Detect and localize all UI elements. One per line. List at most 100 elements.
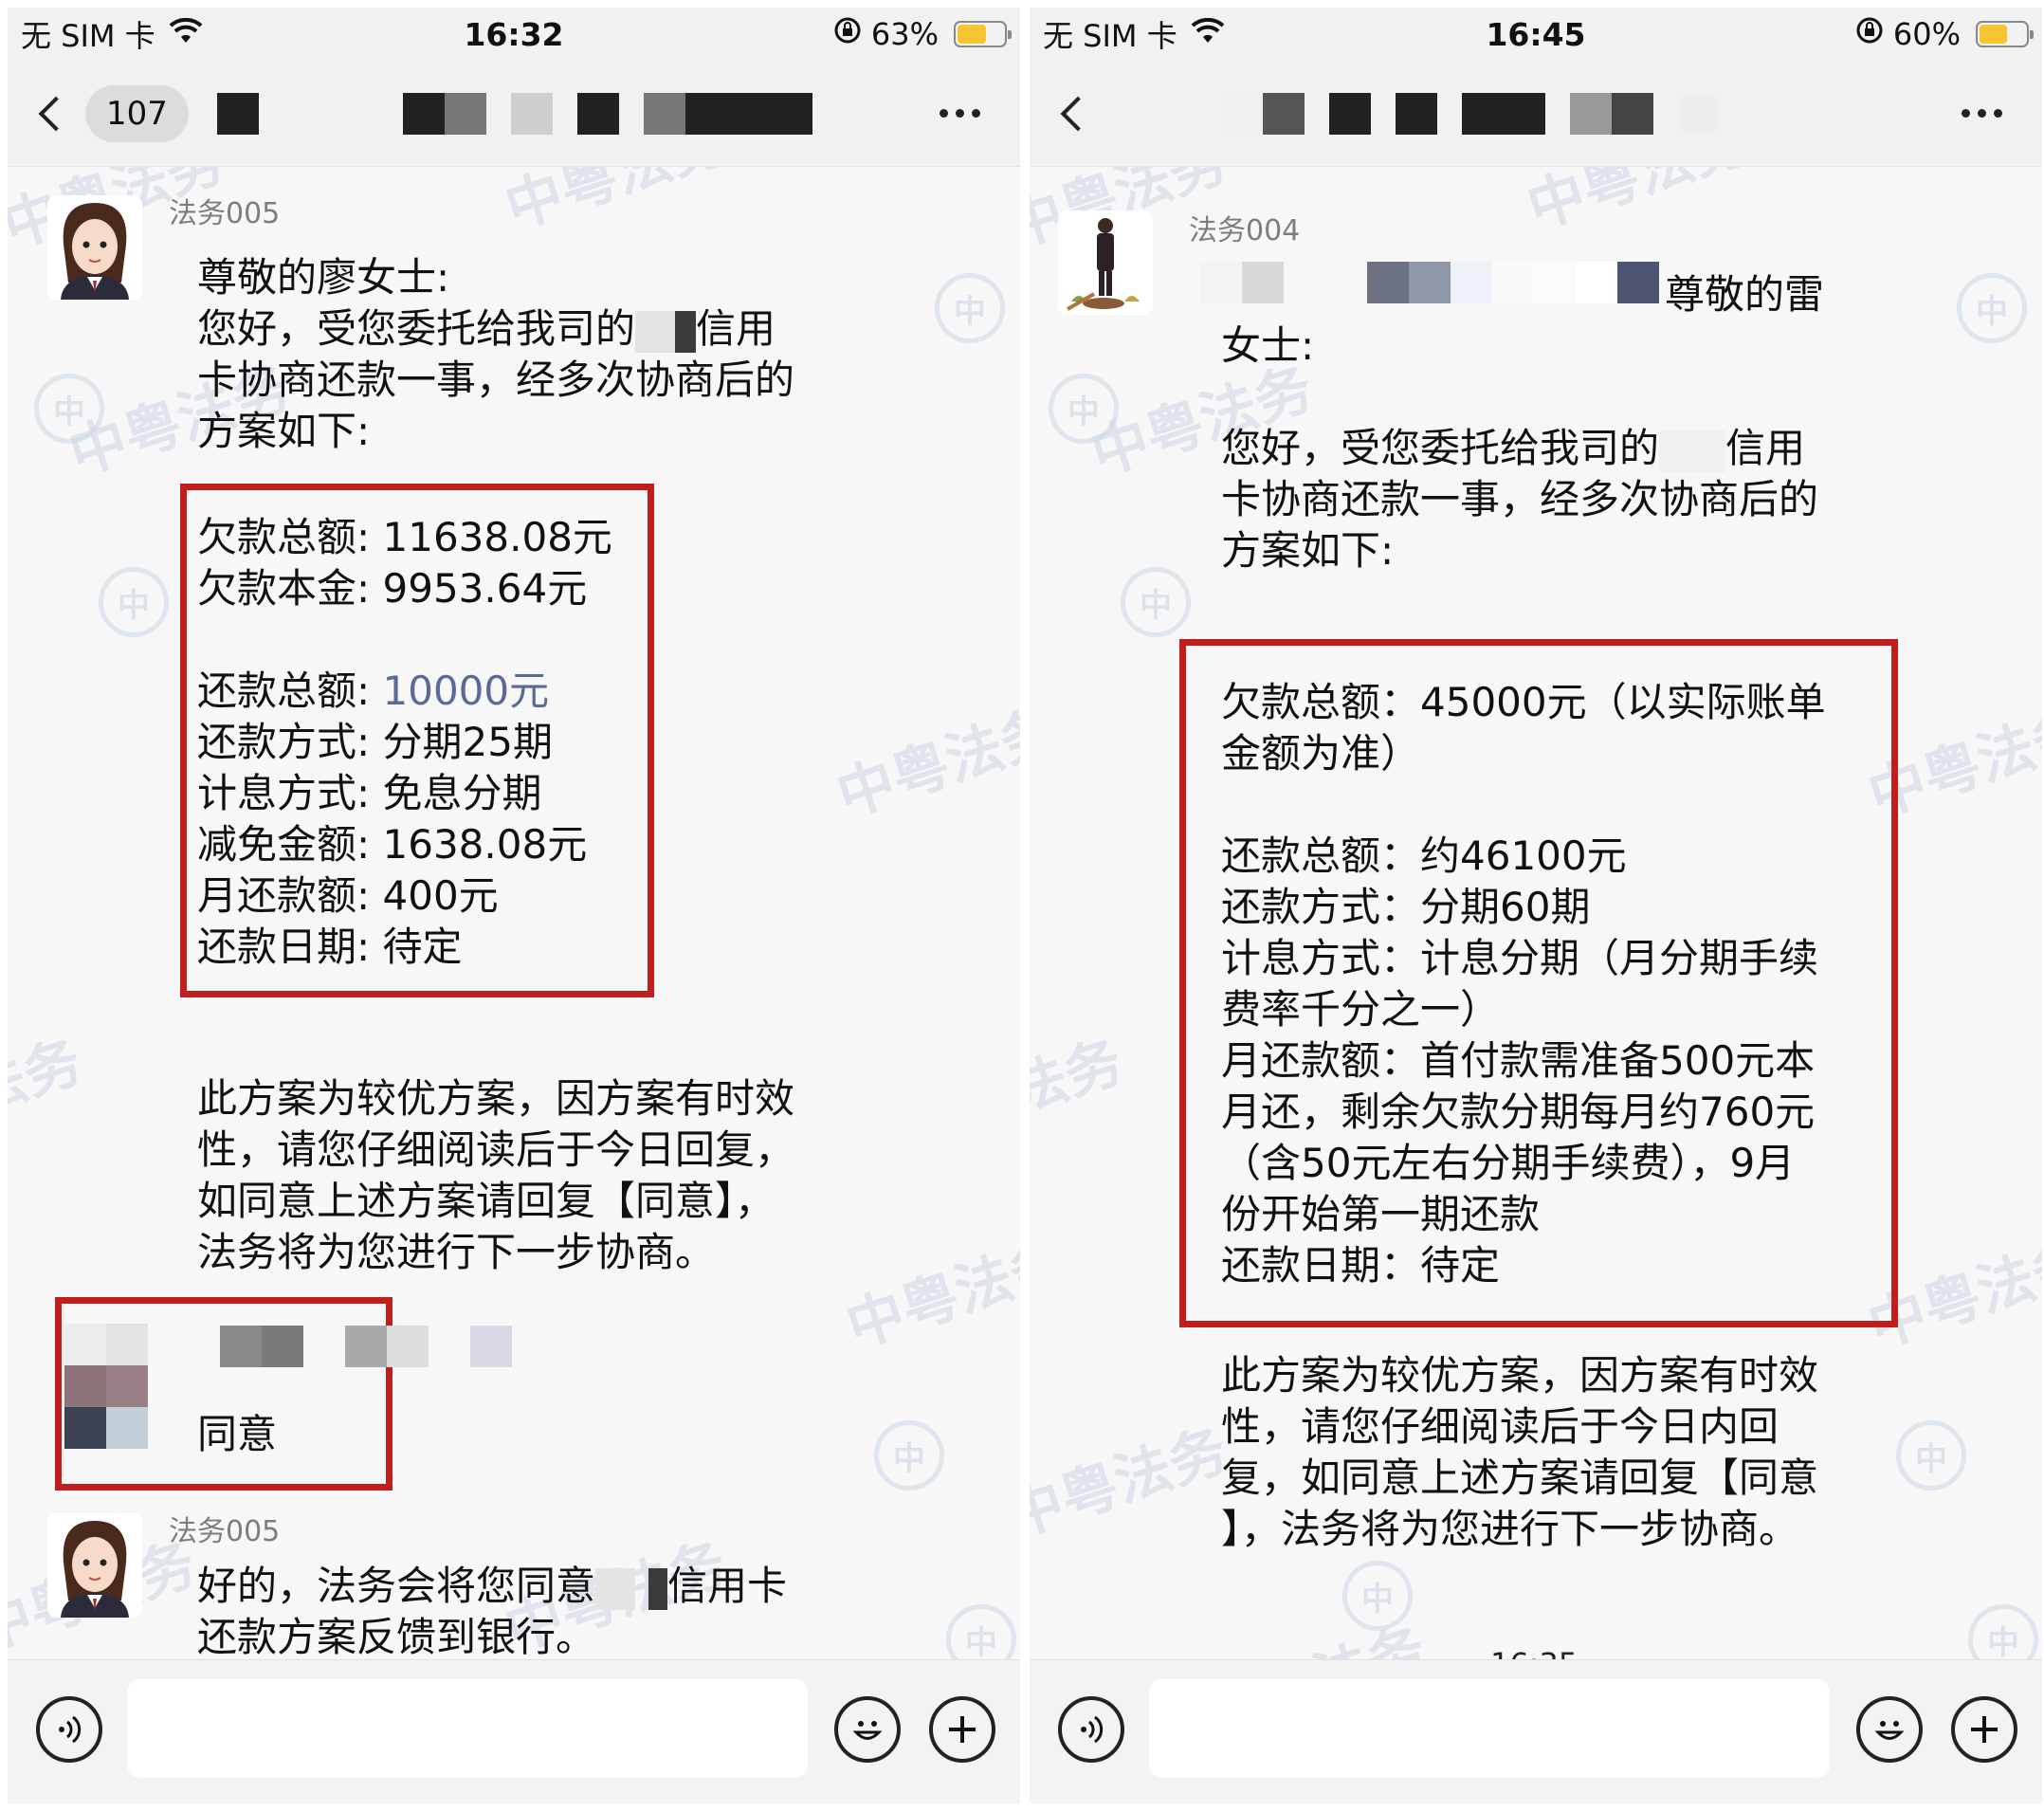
input-bar	[1030, 1659, 2042, 1803]
carrier-label: 无 SIM 卡	[1043, 18, 1177, 54]
plan-details: 欠款总额：45000元（以实际账单 金额为准） 还款总额：约46100元 还款方…	[1221, 677, 1826, 1291]
plan-line: 月还款额：首付款需准备500元本	[1221, 1037, 1816, 1084]
intro-line-end: 信用	[696, 305, 776, 352]
intro-line: 方案如下:	[197, 408, 371, 454]
lawyer-avatar[interactable]	[1058, 210, 1153, 315]
orientation-lock-icon	[1855, 16, 1884, 52]
wifi-icon	[1191, 16, 1225, 52]
lawyer-avatar[interactable]	[47, 195, 142, 300]
orientation-lock-icon	[833, 16, 862, 52]
lawyer-avatar[interactable]	[47, 1513, 142, 1618]
right-chat-screen: 无 SIM 卡 16:45 60% 中粤法务 中粤法务 中粤法务 中粤法务 中粤…	[1030, 8, 2042, 1803]
status-time: 16:45	[1486, 15, 1586, 53]
battery-percent: 60%	[1892, 16, 1961, 52]
watermark: 中粤法务	[1193, 1603, 1434, 1659]
watermark-seal-icon: 中	[1968, 1604, 2038, 1659]
watermark: 中粤法务	[1519, 167, 1757, 243]
message-input[interactable]	[127, 1679, 808, 1778]
plan-line: 份开始第一期还款	[1221, 1191, 1541, 1237]
greeting-line: 尊敬的廖女士:	[197, 254, 450, 301]
plan-line: 还款方式：分期60期	[1221, 884, 1591, 930]
plan-note: 此方案为较优方案，因方案有时效 性，请您仔细阅读后于今日内回 复，如同意上述方案…	[1221, 1352, 1819, 1552]
chat-title-redacted	[1221, 87, 1933, 140]
plan-line: 月还，剩余欠款分期每月约760元	[1221, 1088, 1816, 1135]
battery-icon	[1976, 21, 2034, 47]
redacted-text	[1200, 262, 1659, 303]
wifi-icon	[169, 16, 203, 52]
watermark-seal-icon: 中	[1957, 273, 2027, 343]
sender-name: 法务005	[169, 197, 281, 230]
carrier-label: 无 SIM 卡	[21, 18, 155, 54]
input-bar	[8, 1659, 1020, 1803]
watermark-seal-icon: 中	[1896, 1420, 1966, 1491]
sender-name: 法务005	[169, 1515, 281, 1548]
voice-input-icon[interactable]	[1058, 1696, 1124, 1763]
more-options-icon[interactable]	[940, 109, 980, 118]
intro-line: 卡协商还款一事，经多次协商后的	[197, 357, 795, 403]
message-list[interactable]: 中粤法务 中粤法务 中粤法务 中粤法务 中粤法务 中粤法务 中粤法务 中粤法务 …	[1030, 167, 2042, 1659]
plan-line: 还款总额：约46100元	[1221, 832, 1627, 879]
greeting-line: 女士:	[1221, 322, 1315, 369]
reply-text[interactable]: 同意	[197, 1409, 277, 1460]
chat-title-redacted	[216, 87, 911, 140]
left-chat-screen: 无 SIM 卡 16:32 63% 107 中粤法务 中粤法务 中粤法务 中粤法…	[8, 8, 1020, 1803]
nav-bar: 107	[8, 61, 1020, 167]
plan-row: 月还款额: 400元	[197, 872, 499, 919]
voice-input-icon[interactable]	[36, 1696, 102, 1763]
plan-details: 欠款总额: 11638.08元 欠款本金: 9953.64元 还款总额: 100…	[197, 512, 612, 973]
message-text[interactable]: 尊敬的廖女士: 您好，受您委托给我司的 信用 卡协商还款一事，经多次协商后的 方案…	[197, 252, 794, 457]
plan-line: （含50元左右分期手续费），9月	[1221, 1140, 1796, 1186]
watermark: 中粤法务	[838, 1227, 1020, 1362]
emoji-icon[interactable]	[1856, 1696, 1923, 1763]
back-icon[interactable]	[1060, 96, 1096, 131]
add-attachment-icon[interactable]	[929, 1696, 995, 1763]
back-icon[interactable]	[38, 96, 74, 131]
watermark: 中粤法务	[497, 167, 735, 243]
intro-line: 您好，受您委托给我司的	[197, 305, 636, 352]
plan-row: 减免金额: 1638.08元	[197, 821, 588, 868]
watermark-seal-icon: 中	[946, 1604, 1016, 1659]
user-name-redacted	[220, 1326, 512, 1367]
status-bar: 无 SIM 卡 16:45 60%	[1030, 8, 2042, 61]
battery-icon	[954, 21, 1012, 47]
message-text[interactable]: 好的，法务会将您同意 信用卡 还款方案反馈到银行。	[197, 1561, 787, 1659]
watermark: 中粤法务	[829, 696, 1020, 831]
plan-line: 金额为准）	[1221, 730, 1421, 777]
unread-count-badge[interactable]: 107	[85, 84, 189, 142]
plan-row: 欠款总额: 11638.08元	[197, 514, 612, 560]
watermark-seal-icon: 中	[34, 374, 104, 444]
plan-row: 欠款本金: 9953.64元	[197, 565, 588, 612]
plan-row: 还款方式: 分期25期	[197, 719, 553, 765]
user-avatar-redacted[interactable]	[64, 1324, 148, 1365]
message-timestamp: 16:35	[1490, 1646, 1578, 1659]
plan-line: 还款日期：待定	[1221, 1242, 1501, 1289]
plan-row: 计息方式: 免息分期	[197, 770, 542, 816]
message-text[interactable]: 您好，受您委托给我司的 信用 卡协商还款一事，经多次协商后的 方案如下:	[1221, 423, 1818, 576]
nav-bar	[1030, 61, 2042, 167]
plan-row: 还款总额: 10000元	[197, 668, 550, 714]
more-options-icon[interactable]	[1962, 109, 2002, 118]
status-bar: 无 SIM 卡 16:32 63%	[8, 8, 1020, 61]
plan-note: 此方案为较优方案，因方案有时效 性，请您仔细阅读后于今日回复， 如同意上述方案请…	[197, 1075, 795, 1275]
watermark-seal-icon: 中	[99, 567, 169, 637]
watermark-seal-icon: 中	[935, 273, 1005, 343]
message-input[interactable]	[1149, 1679, 1830, 1778]
plan-line: 计息方式：计息分期（月分期手续	[1221, 935, 1819, 981]
emoji-icon[interactable]	[834, 1696, 901, 1763]
watermark: 中粤法务	[8, 1028, 90, 1162]
battery-percent: 63%	[870, 16, 939, 52]
sender-name: 法务004	[1189, 214, 1301, 247]
plan-line: 欠款总额：45000元（以实际账单	[1221, 679, 1826, 725]
plan-row: 还款日期: 待定	[197, 924, 463, 970]
watermark: 中粤法务	[1030, 1417, 1235, 1551]
watermark-seal-icon: 中	[874, 1420, 944, 1491]
watermark: 中粤法务	[1030, 1028, 1131, 1162]
watermark-seal-icon: 中	[1121, 567, 1191, 637]
watermark-seal-icon: 中	[1049, 374, 1119, 444]
status-time: 16:32	[464, 15, 564, 53]
message-list[interactable]: 中粤法务 中粤法务 中粤法务 中粤法务 中粤法务 中粤法务 中粤法务 中粤法务 …	[8, 167, 1020, 1659]
plan-line: 费率千分之一）	[1221, 986, 1501, 1033]
watermark-seal-icon: 中	[1342, 1561, 1413, 1631]
greeting-line: 尊敬的雷	[1665, 271, 1825, 318]
add-attachment-icon[interactable]	[1951, 1696, 2017, 1763]
